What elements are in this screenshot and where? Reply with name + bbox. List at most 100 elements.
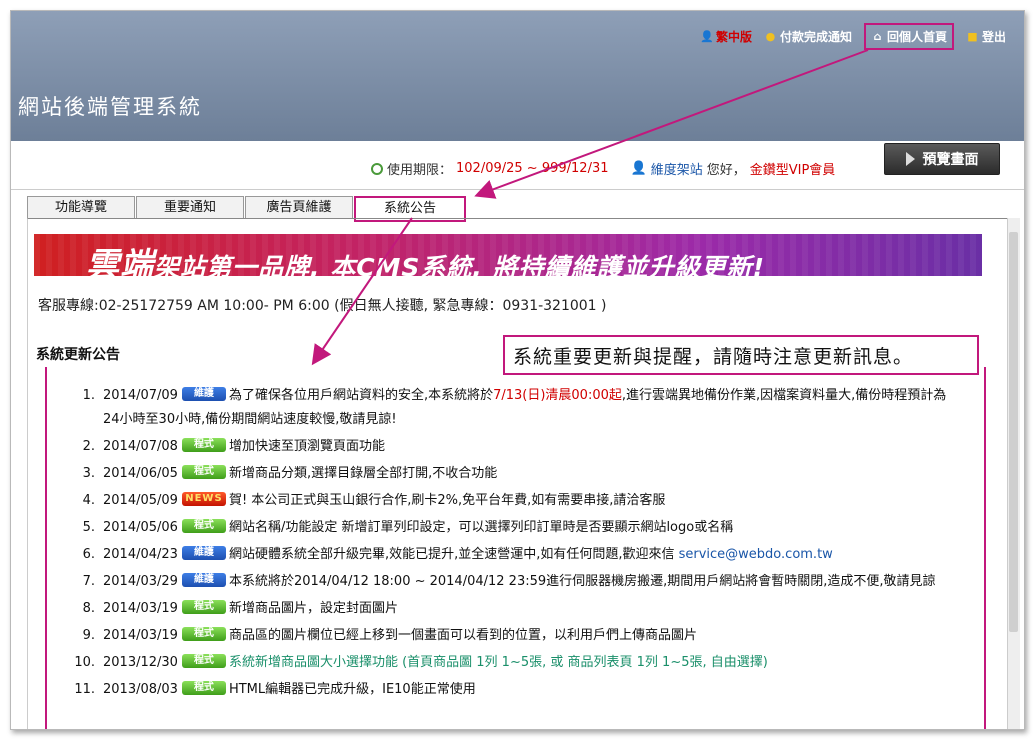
item-date: 2014/07/09 xyxy=(103,388,178,403)
logout-icon: ■ xyxy=(967,30,978,43)
announcement-item: 5. 2014/05/06 程式 網站名稱/功能設定 新增訂單列印設定，可以選擇列印訂… xyxy=(47,516,982,540)
item-text: 新增商品圖片，設定封面圖片 xyxy=(228,601,398,616)
clock-icon xyxy=(371,162,383,175)
item-text: 商品區的圖片欄位已經上移到一個畫面可以看到的位置，以利用戶們上傳商品圖片 xyxy=(228,628,697,643)
item-date: 2014/03/19 xyxy=(103,601,178,616)
nav-trad-label: 繁中版 xyxy=(715,30,752,44)
announcement-item: 7. 2014/03/29 維護 本系統將於2014/04/12 18:00 ~ 20… xyxy=(47,570,982,594)
banner-big: 雲端 xyxy=(86,245,154,276)
announcement-item: 8. 2014/03/19 程式 新增商品圖片，設定封面圖片 xyxy=(47,597,982,621)
announcement-item: 9. 2014/03/19 程式 商品區的圖片欄位已經上移到一個畫面可以看到的位置，以… xyxy=(47,624,982,648)
item-date: 2014/07/08 xyxy=(103,439,178,454)
item-badge: 維護 xyxy=(181,387,226,401)
item-date: 2014/06/05 xyxy=(103,466,178,481)
home-icon: ⌂ xyxy=(873,30,882,43)
announcement-item: 4. 2014/05/09 NEWS 賀! 本公司正式與玉山銀行合作,刷卡2%,免平台… xyxy=(47,489,982,513)
item-date: 2014/05/06 xyxy=(103,520,178,535)
coins-icon: ● xyxy=(765,30,776,43)
item-number: 4. xyxy=(82,493,95,508)
item-text: 網站名稱/功能設定 新增訂單列印設定，可以選擇列印訂單時是否要顯示網站logo或… xyxy=(228,520,734,535)
item-badge: 程式 xyxy=(181,465,226,479)
announcement-item: 1. 2014/07/09 維護 為了確保各位用戶網站資料的安全,本系統將於7/13(… xyxy=(47,384,982,432)
item-number: 10. xyxy=(74,655,95,670)
item-badge: 程式 xyxy=(181,600,226,614)
item-text: 增加快速至頂瀏覽頁面功能 xyxy=(228,439,385,454)
item-text: 系統新增商品圖大小選擇功能 (首頁商品圖 1列 1~5張, 或 商品列表頁 1列… xyxy=(228,655,768,670)
item-number: 7. xyxy=(82,574,95,589)
section-title: 系統更新公告 xyxy=(36,347,120,363)
nav-home-label: 回個人首頁 xyxy=(886,30,947,44)
usage-label: 使用期限： xyxy=(387,163,453,178)
announcement-item: 10. 2013/12/30 程式 系統新增商品圖大小選擇功能 (首頁商品圖 1列 1… xyxy=(47,651,982,675)
item-number: 1. xyxy=(82,388,95,403)
item-number: 3. xyxy=(82,466,95,481)
banner: 雲端架站第一品牌, 本CMS系統, 將持續維護並升級更新! xyxy=(34,234,982,276)
scrollbar[interactable] xyxy=(1007,218,1020,729)
item-badge: 程式 xyxy=(181,654,226,668)
item-date: 2014/04/23 xyxy=(103,547,178,562)
greeting: 您好， xyxy=(706,163,746,178)
item-badge: 維護 xyxy=(181,546,226,560)
user-name[interactable]: 維度架站 xyxy=(651,159,703,178)
nav-personal-home[interactable]: ⌂ 回個人首頁 xyxy=(863,23,954,50)
tab-ad-page[interactable]: 廣告頁維護 xyxy=(245,196,353,219)
item-number: 6. xyxy=(82,547,95,562)
tab-feature-guide[interactable]: 功能導覽 xyxy=(27,196,135,219)
item-highlight: 7/13(日)清晨00:00起 xyxy=(493,388,622,403)
item-text: 網站硬體系統全部升級完畢,效能已提升,並全速營運中,如有任何問題,歡迎來信 xyxy=(228,547,675,562)
nav-trad-chinese[interactable]: 👤 繁中版 xyxy=(700,28,752,45)
item-date: 2014/03/19 xyxy=(103,628,178,643)
info-bar: 使用期限： 102/09/25 ~ 999/12/31 👤 維度架站 您好， 金… xyxy=(11,141,1024,190)
usage-value: 102/09/25 ~ 999/12/31 xyxy=(456,161,609,176)
item-number: 11. xyxy=(74,682,95,697)
email-link[interactable]: service@webdo.com.tw xyxy=(679,547,833,562)
browser-frame: 👤 繁中版 ● 付款完成通知 ⌂ 回個人首頁 ■ 登出 網站後端管理系統 使用期… xyxy=(10,10,1025,730)
item-number: 8. xyxy=(82,601,95,616)
hotline: 客服專線:02-25172759 AM 10:00- PM 6:00 (假日無人… xyxy=(38,298,607,314)
item-number: 9. xyxy=(82,628,95,643)
banner-text: 雲端架站第一品牌, 本CMS系統, 將持續維護並升級更新! xyxy=(86,238,765,276)
item-number: 2. xyxy=(82,439,95,454)
announcement-item: 3. 2014/06/05 程式 新增商品分類,選擇目錄層全部打開,不收合功能 xyxy=(47,462,982,486)
item-text: 為了確保各位用戶網站資料的安全,本系統將於 xyxy=(228,388,494,403)
item-badge: 程式 xyxy=(181,438,226,452)
item-badge: NEWS xyxy=(181,492,226,506)
item-badge: 程式 xyxy=(181,627,226,641)
item-badge: 程式 xyxy=(181,681,226,695)
banner-slogan: 架站第一品牌, 本CMS系統, 將持續維護並升級更新! xyxy=(154,253,766,276)
usage-info: 使用期限： 102/09/25 ~ 999/12/31 👤 維度架站 您好， 金… xyxy=(371,159,835,178)
item-text: 本系統將於2014/04/12 18:00 ~ 2014/04/12 23:59… xyxy=(228,574,936,589)
content-panel: 雲端架站第一品牌, 本CMS系統, 將持續維護並升級更新! 客服專線:02-25… xyxy=(27,218,1008,729)
tab-important-notice[interactable]: 重要通知 xyxy=(136,196,244,219)
item-date: 2013/12/30 xyxy=(103,655,178,670)
preview-button[interactable]: 預覽畫面 xyxy=(884,143,1000,175)
item-text: HTML編輯器已完成升級，IE10能正常使用 xyxy=(228,682,476,697)
preview-button-label: 預覽畫面 xyxy=(922,152,979,168)
play-icon xyxy=(905,152,915,166)
item-date: 2014/03/29 xyxy=(103,574,178,589)
announcement-list: 1. 2014/07/09 維護 為了確保各位用戶網站資料的安全,本系統將於7/13(… xyxy=(47,384,982,705)
item-number: 5. xyxy=(82,520,95,535)
item-date: 2014/05/09 xyxy=(103,493,178,508)
item-badge: 維護 xyxy=(181,573,226,587)
nav-payment-label: 付款完成通知 xyxy=(779,30,852,44)
announcement-item: 11. 2013/08/03 程式 HTML編輯器已完成升級，IE10能正常使用 xyxy=(47,678,982,702)
user-icon: 👤 xyxy=(630,161,647,176)
item-text: 賀! 本公司正式與玉山銀行合作,刷卡2%,免平台年費,如有需要串接,請洽客服 xyxy=(228,493,666,508)
announcement-box: 1. 2014/07/09 維護 為了確保各位用戶網站資料的安全,本系統將於7/13(… xyxy=(45,367,986,729)
site-title: 網站後端管理系統 xyxy=(18,95,202,119)
item-text: 新增商品分類,選擇目錄層全部打開,不收合功能 xyxy=(228,466,498,481)
announcement-item: 2. 2014/07/08 程式 增加快速至頂瀏覽頁面功能 xyxy=(47,435,982,459)
header: 👤 繁中版 ● 付款完成通知 ⌂ 回個人首頁 ■ 登出 網站後端管理系統 xyxy=(11,11,1024,141)
top-nav: 👤 繁中版 ● 付款完成通知 ⌂ 回個人首頁 ■ 登出 xyxy=(700,23,1006,50)
item-badge: 程式 xyxy=(181,519,226,533)
language-icon: 👤 xyxy=(699,30,714,43)
scrollbar-thumb[interactable] xyxy=(1009,232,1018,632)
nav-logout-label: 登出 xyxy=(981,30,1006,44)
nav-logout[interactable]: ■ 登出 xyxy=(966,28,1006,45)
nav-payment-notice[interactable]: ● 付款完成通知 xyxy=(764,28,852,45)
callout-note: 系統重要更新與提醒，請隨時注意更新訊息。 xyxy=(503,335,979,375)
member-type: 金鑽型VIP會員 xyxy=(749,163,836,178)
announcement-item: 6. 2014/04/23 維護 網站硬體系統全部升級完畢,效能已提升,並全速營運中,… xyxy=(47,543,982,567)
item-date: 2013/08/03 xyxy=(103,682,178,697)
